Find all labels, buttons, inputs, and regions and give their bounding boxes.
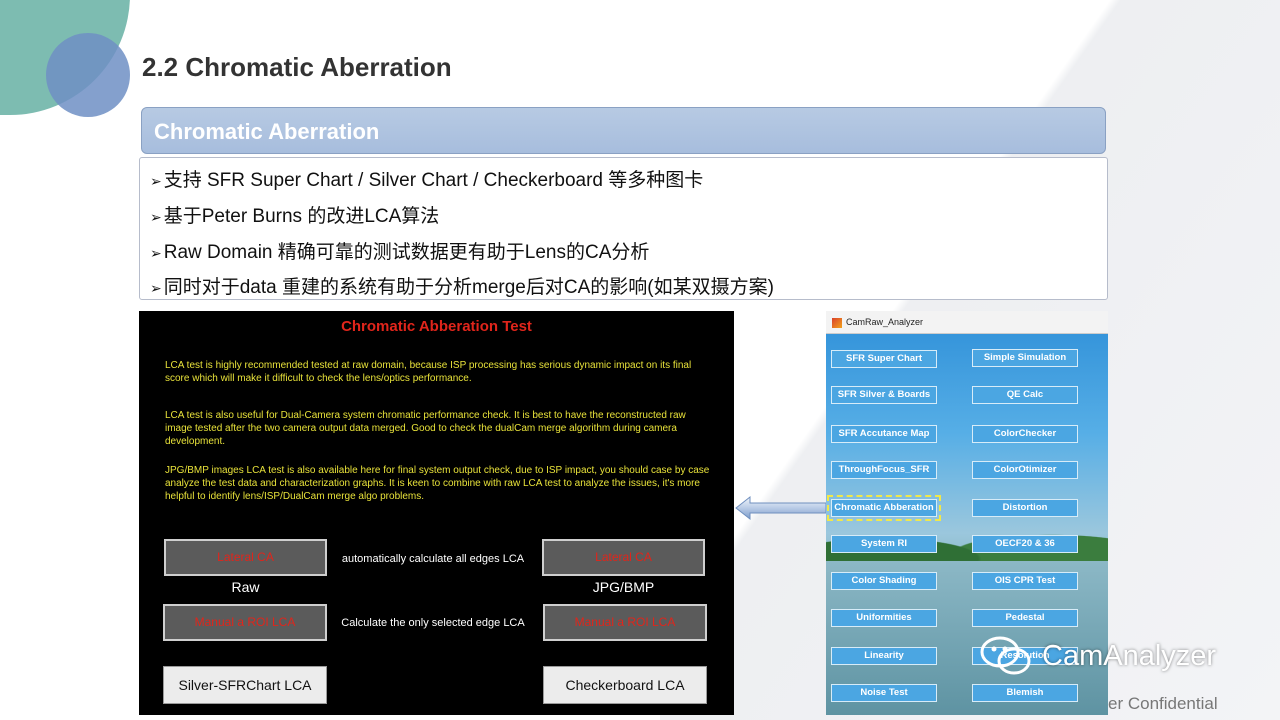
bullet-text: Raw Domain 精确可靠的测试数据更有助于Lens的CA分析 — [163, 242, 650, 263]
oecf20-36-button[interactable]: OECF20 & 36 — [972, 535, 1078, 553]
bullet-text: 同时对于data 重建的系统有助于分析merge后对CA的影响(如某双摄方案) — [163, 277, 774, 298]
bullet-arrow-icon: ➢ — [150, 209, 162, 225]
color-shading-button[interactable]: Color Shading — [831, 572, 937, 590]
uniformities-button[interactable]: Uniformities — [831, 609, 937, 627]
bullet-text: 支持 SFR Super Chart / Silver Chart / Chec… — [163, 170, 704, 191]
lca-test-panel: Chromatic Abberation Test LCA test is hi… — [139, 311, 734, 715]
app-title: CamRaw_Analyzer — [846, 317, 924, 327]
noise-test-button[interactable]: Noise Test — [831, 684, 937, 702]
ois-cpr-test-button[interactable]: OIS CPR Test — [972, 572, 1078, 590]
bullet-arrow-icon: ➢ — [150, 173, 162, 189]
pedestal-button[interactable]: Pedestal — [972, 609, 1078, 627]
system-ri-button[interactable]: System RI — [831, 535, 937, 553]
sfr-super-chart-button[interactable]: SFR Super Chart — [831, 350, 937, 368]
distortion-button[interactable]: Distortion — [972, 499, 1078, 517]
panel-paragraph: LCA test is highly recommended tested at… — [165, 360, 692, 384]
manual-roi-jpg-button[interactable]: Manual a ROI LCA — [543, 604, 707, 641]
watermark-text: CamAnalyzer — [1042, 640, 1217, 672]
panel-paragraph: LCA test is also useful for Dual-Camera … — [165, 410, 686, 447]
linearity-button[interactable]: Linearity — [831, 647, 937, 665]
colorotimizer-button[interactable]: ColorOtimizer — [972, 461, 1078, 479]
slide-title: 2.2 Chromatic Aberration — [142, 52, 452, 82]
chromatic-abberation-button[interactable]: Chromatic Abberation — [827, 495, 941, 521]
colorchecker-button[interactable]: ColorChecker — [972, 425, 1078, 443]
sfr-accutance-map-button[interactable]: SFR Accutance Map — [831, 425, 937, 443]
throughfocus-sfr-button[interactable]: ThroughFocus_SFR — [831, 461, 937, 479]
bullet-arrow-icon: ➢ — [150, 280, 162, 296]
bullet-text: 基于Peter Burns 的改进LCA算法 — [163, 206, 440, 227]
panel-title: Chromatic Abberation Test — [341, 318, 532, 335]
section-header-label: Chromatic Aberration — [154, 119, 380, 144]
left-arrow-icon — [735, 495, 827, 521]
app-titlebar: CamRaw_Analyzer — [826, 311, 1108, 334]
checkerboard-lca-button[interactable]: Checkerboard LCA — [543, 666, 707, 704]
list-item: ➢ 同时对于data 重建的系统有助于分析merge后对CA的影响(如某双摄方案) — [150, 272, 774, 299]
footer-confidential: er Confidential — [1108, 694, 1218, 713]
auto-calc-caption: automatically calculate all edges LCA — [341, 553, 525, 565]
silver-sfrchart-lca-button[interactable]: Silver-SFRChart LCA — [163, 666, 327, 704]
selected-calc-caption: Calculate the only selected edge LCA — [341, 617, 525, 629]
section-header: Chromatic Aberration — [141, 107, 1106, 154]
panel-paragraph: JPG/BMP images LCA test is also availabl… — [165, 465, 710, 502]
simple-simulation-button[interactable]: Simple Simulation — [972, 349, 1078, 367]
raw-caption: Raw — [231, 579, 260, 595]
wechat-icon — [980, 636, 1031, 675]
app-logo-icon — [832, 317, 842, 328]
lateral-ca-raw-button[interactable]: Lateral CA — [164, 539, 327, 576]
qe-calc-button[interactable]: QE Calc — [972, 386, 1078, 404]
manual-roi-raw-button[interactable]: Manual a ROI LCA — [163, 604, 327, 641]
list-item: ➢ Raw Domain 精确可靠的测试数据更有助于Lens的CA分析 — [150, 237, 649, 264]
bullet-list: ➢ 支持 SFR Super Chart / Silver Chart / Che… — [139, 157, 1108, 300]
decorative-blue-circle — [46, 33, 130, 117]
list-item: ➢ 支持 SFR Super Chart / Silver Chart / Che… — [150, 165, 703, 192]
sfr-silver-boards-button[interactable]: SFR Silver & Boards — [831, 386, 937, 404]
lateral-ca-jpg-button[interactable]: Lateral CA — [542, 539, 705, 576]
blemish-button[interactable]: Blemish — [972, 684, 1078, 702]
bullet-arrow-icon: ➢ — [150, 245, 162, 261]
jpg-caption: JPG/BMP — [592, 579, 655, 595]
list-item: ➢ 基于Peter Burns 的改进LCA算法 — [150, 201, 439, 228]
